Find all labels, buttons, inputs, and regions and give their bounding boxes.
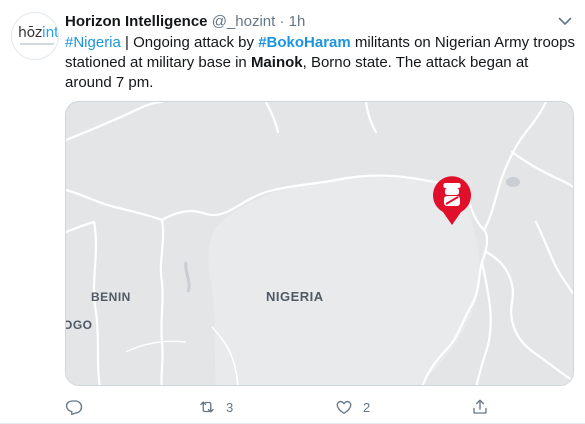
bold-text: Mainok	[250, 54, 303, 71]
avatar-logo: hōzint	[18, 25, 59, 41]
share-button[interactable]	[471, 396, 499, 418]
share-icon	[473, 399, 487, 414]
map-svg	[66, 102, 573, 385]
like-count: 2	[363, 399, 371, 415]
retweet-button[interactable]: 3	[198, 396, 233, 418]
like-button[interactable]: 2	[335, 396, 370, 418]
retweet-count: 3	[226, 399, 234, 415]
tweet-actions: 3 2	[65, 396, 505, 418]
tweet-text: #Nigeria | Ongoing attack by #BokoHaram …	[65, 33, 577, 93]
timestamp[interactable]: 1h	[289, 13, 306, 30]
military-pin-icon[interactable]	[432, 174, 472, 226]
reply-icon	[65, 400, 83, 416]
avatar[interactable]: hōzint	[11, 12, 59, 60]
user-handle[interactable]: @_hozint	[212, 13, 276, 30]
map-label-benin: BENIN	[91, 290, 131, 304]
tweet-card[interactable]: hōzint Horizon Intelligence @_hozint · 1…	[0, 0, 585, 424]
avatar-logo-tagline	[20, 43, 54, 45]
chevron-down-icon[interactable]	[555, 11, 575, 31]
reply-button[interactable]	[65, 396, 93, 418]
map-label-togo: OGO	[65, 318, 93, 332]
hashtag-link[interactable]: #BokoHaram	[258, 34, 351, 51]
separator-dot: ·	[279, 13, 285, 30]
map-label-nigeria: NIGERIA	[266, 289, 324, 304]
heart-icon	[336, 400, 352, 415]
display-name[interactable]: Horizon Intelligence	[65, 13, 208, 30]
tweet-text-segment: | Ongoing attack by	[120, 34, 259, 51]
hashtag-link[interactable]: #Nigeria	[65, 34, 121, 51]
retweet-icon	[200, 401, 214, 413]
map-image[interactable]: BENIN NIGERIA OGO	[65, 101, 574, 386]
tweet-header: Horizon Intelligence @_hozint · 1h	[65, 12, 565, 32]
